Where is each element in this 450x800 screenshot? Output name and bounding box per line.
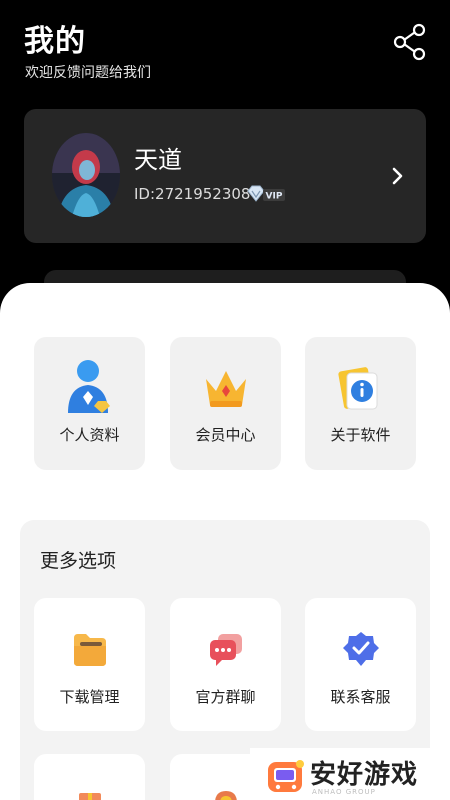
tile-label: 关于软件 — [330, 426, 391, 444]
user-id: ID:2721952308 — [134, 185, 251, 203]
tile-label: 联系客服 — [330, 688, 391, 706]
more-options-title: 更多选项 — [40, 550, 117, 572]
profile-card[interactable]: 天道 ID:2721952308 VIP — [24, 109, 426, 243]
tile-label: 个人资料 — [59, 426, 120, 444]
watermark-subtext: ANHAO GROUP — [312, 788, 376, 796]
tile-download-manager[interactable]: 下载管理 — [34, 598, 145, 731]
header: 我的 欢迎反馈问题给我们 — [0, 0, 450, 100]
tile-more-4[interactable] — [34, 754, 145, 800]
tile-official-group[interactable]: 官方群聊 — [170, 598, 281, 731]
content-sheet: 个人资料 会员中心 关于软件 更多选项 下载管理 官方群聊 联系客服 — [0, 283, 450, 800]
username: 天道 — [134, 146, 182, 174]
watermark: 安好游戏 ANHAO GROUP — [250, 748, 450, 800]
badge-icon — [211, 788, 241, 800]
tile-about[interactable]: 关于软件 — [305, 337, 416, 470]
tile-personal-info[interactable]: 个人资料 — [34, 337, 145, 470]
tile-label: 会员中心 — [195, 426, 256, 444]
tile-label: 下载管理 — [59, 688, 120, 706]
chat-icon — [206, 628, 246, 670]
page-title: 我的 — [24, 24, 86, 59]
watermark-text: 安好游戏 — [310, 760, 419, 790]
tile-customer-service[interactable]: 联系客服 — [305, 598, 416, 731]
avatar[interactable] — [52, 133, 120, 217]
service-badge-icon — [341, 628, 381, 670]
vip-badge-text: VIP — [266, 192, 283, 202]
chevron-right-icon[interactable] — [390, 163, 406, 189]
page-subtitle: 欢迎反馈问题给我们 — [25, 65, 151, 81]
gamepad-logo-icon — [266, 756, 306, 796]
crown-icon — [200, 357, 252, 417]
folder-icon — [70, 628, 110, 670]
gift-icon — [75, 788, 105, 800]
user-profile-icon — [64, 357, 116, 417]
tile-membership[interactable]: 会员中心 — [170, 337, 281, 470]
vip-badge: VIP — [246, 183, 286, 205]
info-icon — [335, 357, 387, 417]
tile-label: 官方群聊 — [195, 688, 256, 706]
share-icon[interactable] — [392, 22, 428, 62]
